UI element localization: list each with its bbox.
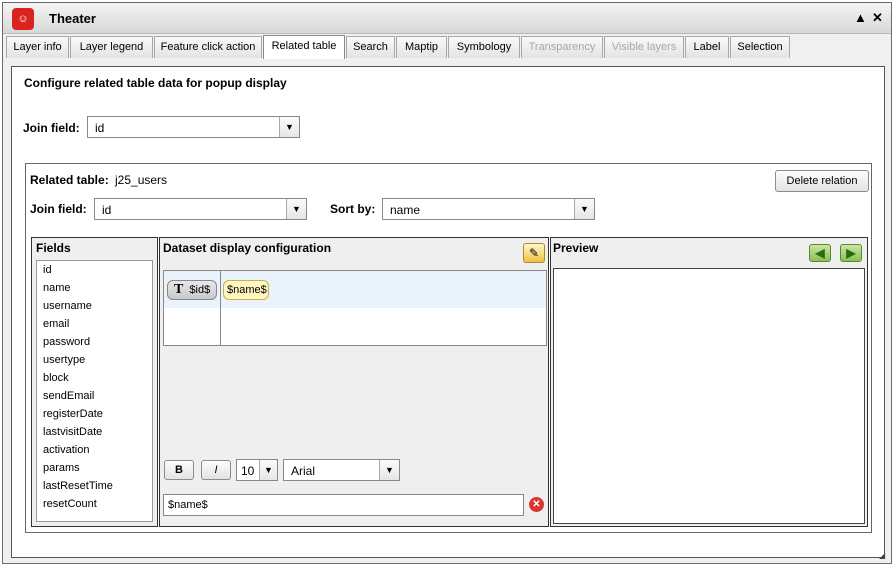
list-item[interactable]: registerDate — [43, 408, 103, 420]
collapse-icon[interactable]: ▲ — [854, 10, 867, 25]
join-field-label: Join field: — [23, 121, 80, 135]
related-table-panel: Configure related table data for popup d… — [11, 66, 885, 558]
related-table-value: j25_users — [115, 173, 168, 187]
token-grid[interactable]: T $id$ $name$ — [163, 270, 547, 346]
font-size-value: 10 — [241, 464, 255, 478]
chevron-down-icon[interactable]: ▼ — [379, 460, 399, 480]
grid-divider — [220, 271, 221, 345]
fields-title: Fields — [36, 241, 71, 255]
tab-layer-info[interactable]: Layer info — [6, 36, 69, 58]
list-item[interactable]: sendEmail — [43, 390, 94, 402]
list-item[interactable]: password — [43, 336, 90, 348]
arrow-right-icon[interactable]: ▶ — [840, 244, 862, 262]
join-field-value: id — [95, 121, 105, 135]
text-type-icon: T — [174, 282, 184, 297]
bold-button[interactable]: B — [164, 460, 194, 480]
window-title: Theater — [49, 11, 96, 26]
list-item[interactable]: block — [43, 372, 69, 384]
delete-relation-button[interactable]: Delete relation — [775, 170, 869, 192]
resize-handle-icon[interactable]: ◢ — [879, 551, 885, 560]
list-item[interactable]: username — [43, 300, 92, 312]
field-token-name[interactable]: $name$ — [223, 280, 269, 300]
tab-related-table[interactable]: Related table — [263, 35, 345, 59]
list-item[interactable]: usertype — [43, 354, 85, 366]
preview-title: Preview — [553, 241, 599, 255]
tab-layer-legend[interactable]: Layer legend — [70, 36, 153, 58]
list-item[interactable]: name — [43, 282, 71, 294]
relation-join-field-select[interactable]: id ▼ — [94, 198, 307, 220]
join-field-select[interactable]: id ▼ — [87, 116, 300, 138]
layer-properties-window: ☺ Theater ▲ ✕ Layer info Layer legend Fe… — [2, 2, 892, 564]
page-title: Configure related table data for popup d… — [24, 76, 287, 90]
sort-by-value: name — [390, 203, 421, 217]
clear-icon[interactable]: ✕ — [529, 497, 544, 512]
tab-maptip[interactable]: Maptip — [396, 36, 447, 58]
relation-join-field-label: Join field: — [30, 202, 87, 216]
list-item[interactable]: params — [43, 462, 80, 474]
arrow-left-icon[interactable]: ◀ — [809, 244, 831, 262]
dataset-config-title: Dataset display configuration — [163, 241, 332, 255]
list-item[interactable]: activation — [43, 444, 89, 456]
sort-by-label: Sort by: — [330, 202, 376, 216]
tab-feature-click-action[interactable]: Feature click action — [154, 36, 262, 58]
tab-label[interactable]: Label — [685, 36, 729, 58]
preview-area — [553, 268, 865, 524]
font-family-value: Arial — [291, 464, 316, 478]
related-table-label: Related table: — [30, 173, 109, 187]
fields-list[interactable]: id name username email password usertype… — [36, 260, 153, 522]
relation-join-field-value: id — [102, 203, 112, 217]
tab-transparency: Transparency — [521, 36, 603, 58]
tab-search[interactable]: Search — [346, 36, 395, 58]
chevron-down-icon[interactable]: ▼ — [259, 460, 277, 480]
expression-input[interactable]: $name$ — [163, 494, 524, 516]
tab-selection[interactable]: Selection — [730, 36, 790, 58]
list-item[interactable]: lastResetTime — [43, 480, 113, 492]
fields-panel: Fields id name username email password u… — [31, 237, 158, 527]
list-item[interactable]: lastvisitDate — [43, 426, 102, 438]
font-size-select[interactable]: 10 ▼ — [236, 459, 278, 481]
tab-visible-layers: Visible layers — [604, 36, 684, 58]
dataset-config-panel: Dataset display configuration ✎ T $id$ $… — [159, 237, 549, 527]
italic-button[interactable]: I — [201, 460, 231, 480]
sort-by-select[interactable]: name ▼ — [382, 198, 595, 220]
list-item[interactable]: id — [43, 264, 52, 276]
font-family-select[interactable]: Arial ▼ — [283, 459, 400, 481]
token-row — [164, 271, 546, 308]
theater-masks-icon: ☺ — [12, 8, 34, 30]
list-item[interactable]: email — [43, 318, 69, 330]
related-table-box: Related table: j25_users Delete relation… — [25, 163, 872, 533]
chevron-down-icon[interactable]: ▼ — [574, 199, 594, 219]
clear-brush-icon[interactable]: ✎ — [523, 243, 545, 263]
close-icon[interactable]: ✕ — [872, 10, 883, 26]
tab-bar: Layer info Layer legend Feature click ac… — [3, 35, 891, 59]
field-token-id[interactable]: T $id$ — [167, 280, 217, 300]
tab-symbology[interactable]: Symbology — [448, 36, 520, 58]
preview-panel: Preview ◀ ▶ — [550, 237, 868, 527]
chevron-down-icon[interactable]: ▼ — [286, 199, 306, 219]
title-bar[interactable]: ☺ Theater ▲ ✕ — [3, 3, 891, 34]
list-item[interactable]: resetCount — [43, 498, 97, 510]
chevron-down-icon[interactable]: ▼ — [279, 117, 299, 137]
